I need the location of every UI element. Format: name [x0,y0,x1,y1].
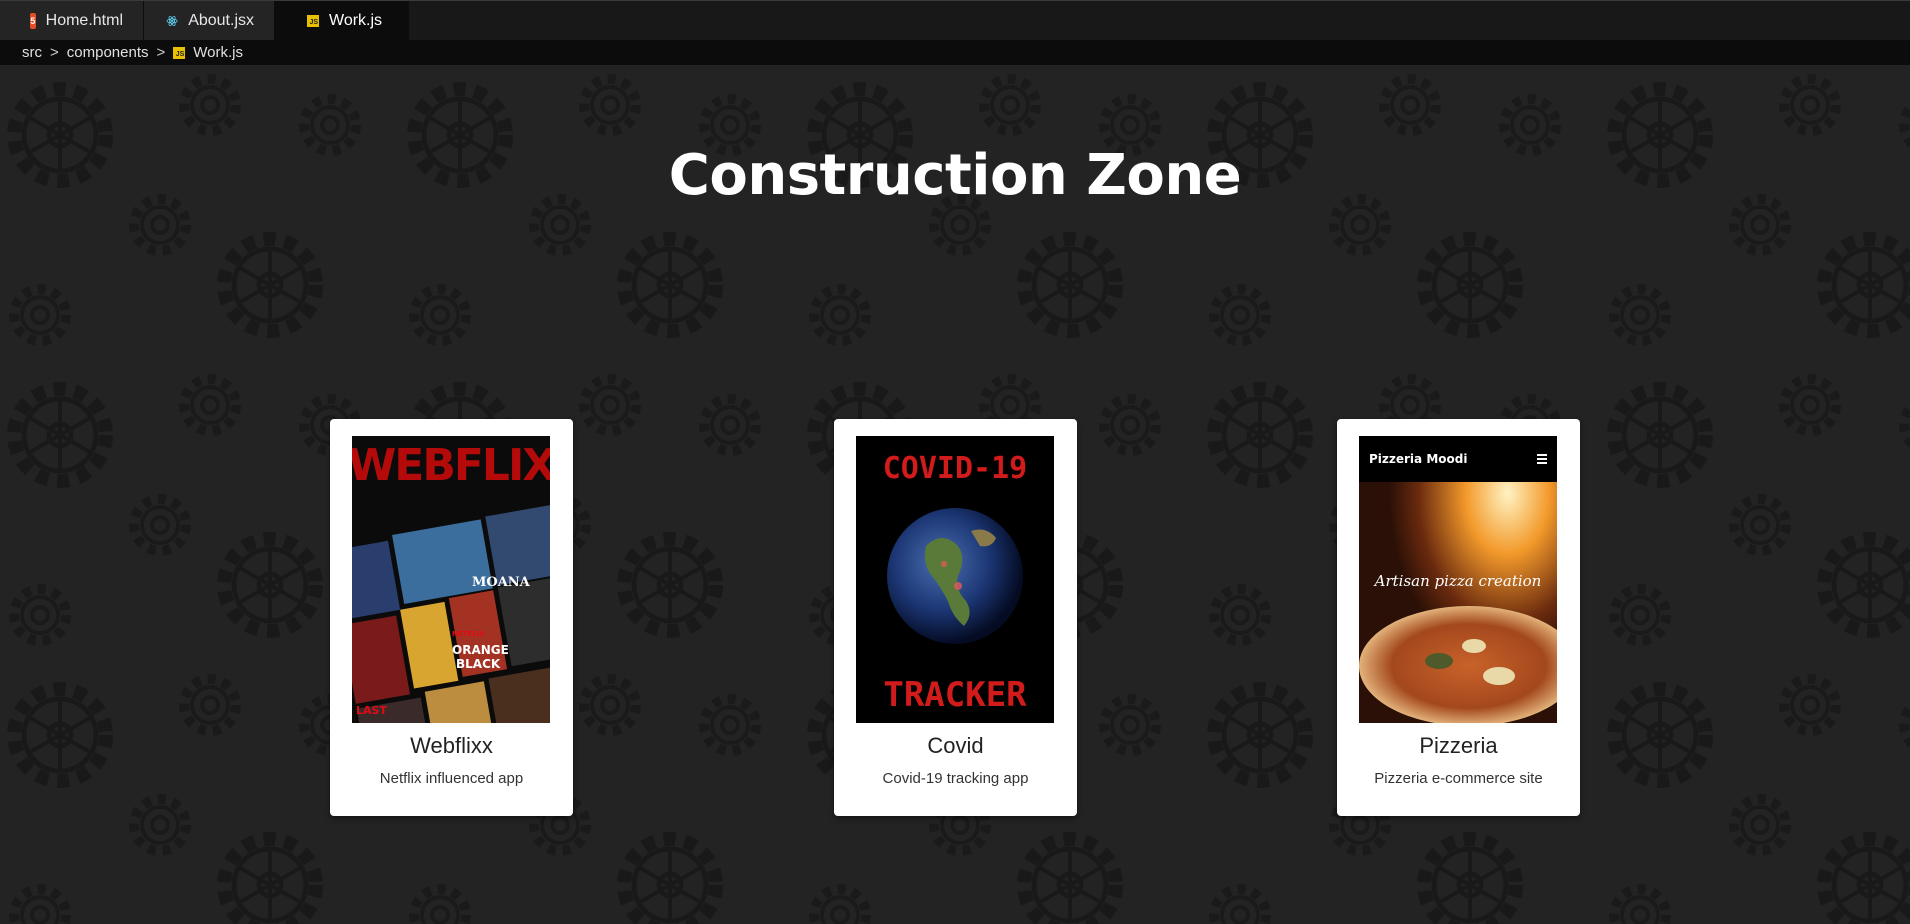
svg-text:BLACK: BLACK [456,657,501,671]
breadcrumb-item-src[interactable]: src [22,44,42,61]
js-file-icon: JS [173,46,186,59]
breadcrumb-item-work-js[interactable]: Work.js [193,44,243,61]
svg-text:LAST: LAST [356,704,387,717]
project-card-pizzeria[interactable]: Pizzeria Moodi Artisan pizza creation Pi… [1337,419,1580,816]
page-title: Construction Zone [668,143,1242,208]
project-thumbnail-pizzeria[interactable]: Pizzeria Moodi Artisan pizza creation [1359,436,1557,723]
hamburger-menu-icon [1537,454,1547,464]
tab-label: Home.html [45,12,123,29]
breadcrumb: src > components > JS Work.js [0,40,1910,65]
project-description: Pizzeria e-commerce site [1374,770,1543,787]
pizzeria-preview-image: Pizzeria Moodi Artisan pizza creation [1359,436,1557,723]
project-card-webflixx[interactable]: WEBFLIX MOANA NETFLIX ORANGE BLACK LAST … [330,419,573,816]
project-description: Netflix influenced app [379,770,524,787]
tab-work-js[interactable]: JS Work.js [275,1,409,41]
js-file-icon: JS [307,15,319,27]
project-description: Covid-19 tracking app [882,770,1029,787]
breadcrumb-separator: > [50,44,59,61]
html-file-icon: 5 [30,13,36,29]
svg-text:MOANA: MOANA [472,575,531,590]
pizzeria-tagline-text: Artisan pizza creation [1373,572,1542,590]
svg-text:ORANGE: ORANGE [452,643,509,657]
tab-about-jsx[interactable]: About.jsx [144,1,275,41]
tab-label: Work.js [329,12,383,29]
project-thumbnail-covid[interactable]: COVID-19 TRACKER [856,436,1054,723]
project-title[interactable]: Covid [834,733,1077,759]
webflix-preview-image: WEBFLIX MOANA NETFLIX ORANGE BLACK LAST [352,436,550,723]
project-title[interactable]: Webflixx [330,733,573,759]
project-thumbnail-webflixx[interactable]: WEBFLIX MOANA NETFLIX ORANGE BLACK LAST [352,436,550,723]
webflix-logo-text: WEBFLIX [352,440,550,491]
project-card-covid[interactable]: COVID-19 TRACKER Covid Covid-19 tracking… [834,419,1077,816]
covid-preview-image: COVID-19 TRACKER [856,436,1054,723]
react-file-icon [166,16,178,26]
breadcrumb-item-components[interactable]: components [67,44,149,61]
pizzeria-brand-text: Pizzeria Moodi [1369,452,1467,466]
svg-text:NETFLIX: NETFLIX [452,630,485,638]
page-content: Construction Zone WEBFLIX MOANA NETFLIX … [0,65,1910,924]
tab-label: About.jsx [188,12,254,29]
covid-tracker-text: TRACKER [883,675,1027,715]
breadcrumb-separator: > [156,44,166,61]
covid-title-text: COVID-19 [883,451,1028,486]
project-title[interactable]: Pizzeria [1337,733,1580,759]
editor-tab-bar: 5 Home.html About.jsx JS Work.js [0,0,1910,41]
tab-home-html[interactable]: 5 Home.html [0,1,144,41]
